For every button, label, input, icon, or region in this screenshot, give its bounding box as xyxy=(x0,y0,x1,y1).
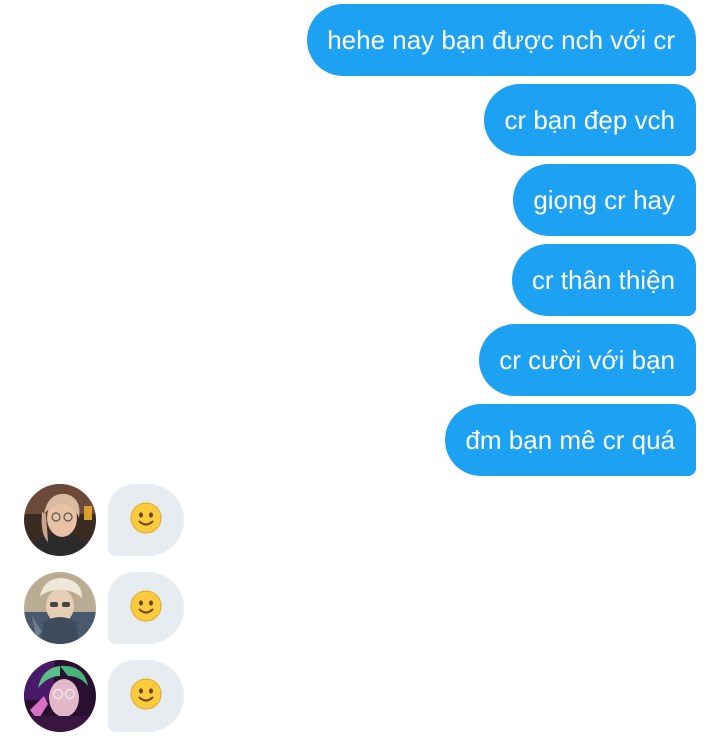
sent-message-bubble[interactable]: giọng cr hay xyxy=(513,164,696,236)
avatar[interactable] xyxy=(24,484,96,556)
message-text: giọng cr hay xyxy=(533,185,675,215)
sent-message-bubble[interactable]: cr cười với bạn xyxy=(479,324,696,396)
sent-message-bubble[interactable]: đm bạn mê cr quá xyxy=(445,404,696,476)
avatar[interactable] xyxy=(24,660,96,732)
message-text: hehe nay bạn được nch với cr xyxy=(327,25,675,55)
avatar[interactable] xyxy=(24,572,96,644)
emoji-message-bubble[interactable] xyxy=(108,572,184,644)
received-message-row xyxy=(24,572,184,644)
sent-message-bubble[interactable]: hehe nay bạn được nch với cr xyxy=(307,4,696,76)
sent-message-bubble[interactable]: cr thân thiện xyxy=(511,244,696,316)
received-message-row xyxy=(24,660,184,732)
message-text: đm bạn mê cr quá xyxy=(465,425,675,455)
emoji-message-bubble[interactable] xyxy=(108,660,184,732)
message-text: cr bạn đẹp vch xyxy=(504,105,675,135)
slightly-smiling-face-icon xyxy=(130,502,162,539)
message-text: cr thân thiện xyxy=(531,265,675,295)
message-text: cr cười với bạn xyxy=(499,345,675,375)
received-message-row xyxy=(24,484,184,556)
slightly-smiling-face-icon xyxy=(130,590,162,627)
emoji-message-bubble[interactable] xyxy=(108,484,184,556)
sent-message-bubble[interactable]: cr bạn đẹp vch xyxy=(484,84,696,156)
slightly-smiling-face-icon xyxy=(130,678,162,715)
